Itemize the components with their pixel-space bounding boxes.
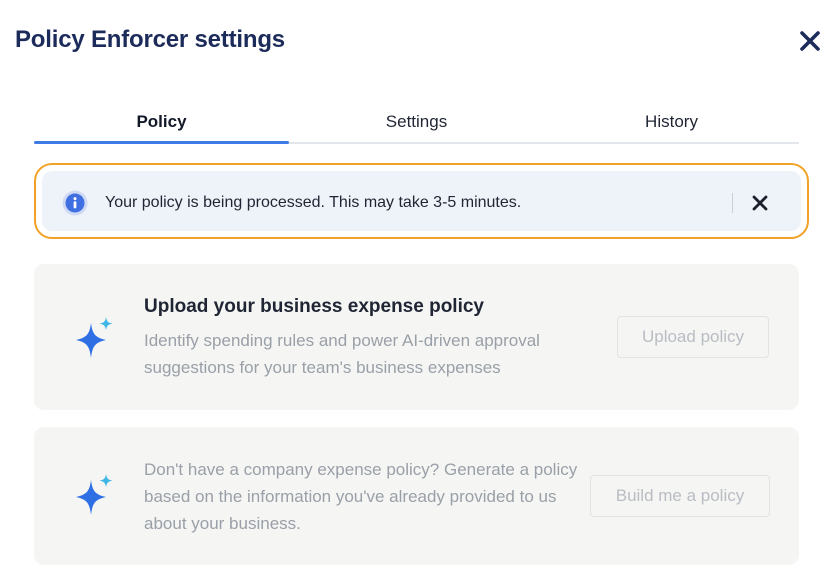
notice-text: Your policy is being processed. This may… xyxy=(105,194,522,211)
sparkle-icon xyxy=(76,317,113,358)
close-button[interactable] xyxy=(795,26,825,56)
tab-history[interactable]: History xyxy=(544,102,799,142)
tab-policy[interactable]: Policy xyxy=(34,102,289,144)
page-title: Policy Enforcer settings xyxy=(15,26,285,53)
close-icon xyxy=(800,31,820,51)
build-policy-card: Don't have a company expense policy? Gen… xyxy=(34,427,799,565)
close-icon xyxy=(752,195,768,211)
card-description: Identify spending rules and power AI-dri… xyxy=(144,331,540,377)
upload-policy-card: Upload your business expense policy Iden… xyxy=(34,264,799,410)
upload-policy-button[interactable]: Upload policy xyxy=(617,316,769,358)
info-icon xyxy=(62,190,88,216)
processing-notice: Your policy is being processed. This may… xyxy=(34,163,809,239)
sparkle-icon xyxy=(76,474,113,515)
card-title: Upload your business expense policy xyxy=(144,296,484,317)
build-policy-button[interactable]: Build me a policy xyxy=(590,475,770,517)
dismiss-notice-button[interactable] xyxy=(748,191,772,215)
notice-banner: Your policy is being processed. This may… xyxy=(42,171,801,231)
tab-bar: Policy Settings History xyxy=(34,102,799,144)
notice-divider xyxy=(732,193,733,213)
dialog-header: Policy Enforcer settings xyxy=(15,24,825,58)
card-description: Don't have a company expense policy? Gen… xyxy=(144,460,578,533)
tab-settings[interactable]: Settings xyxy=(289,102,544,142)
